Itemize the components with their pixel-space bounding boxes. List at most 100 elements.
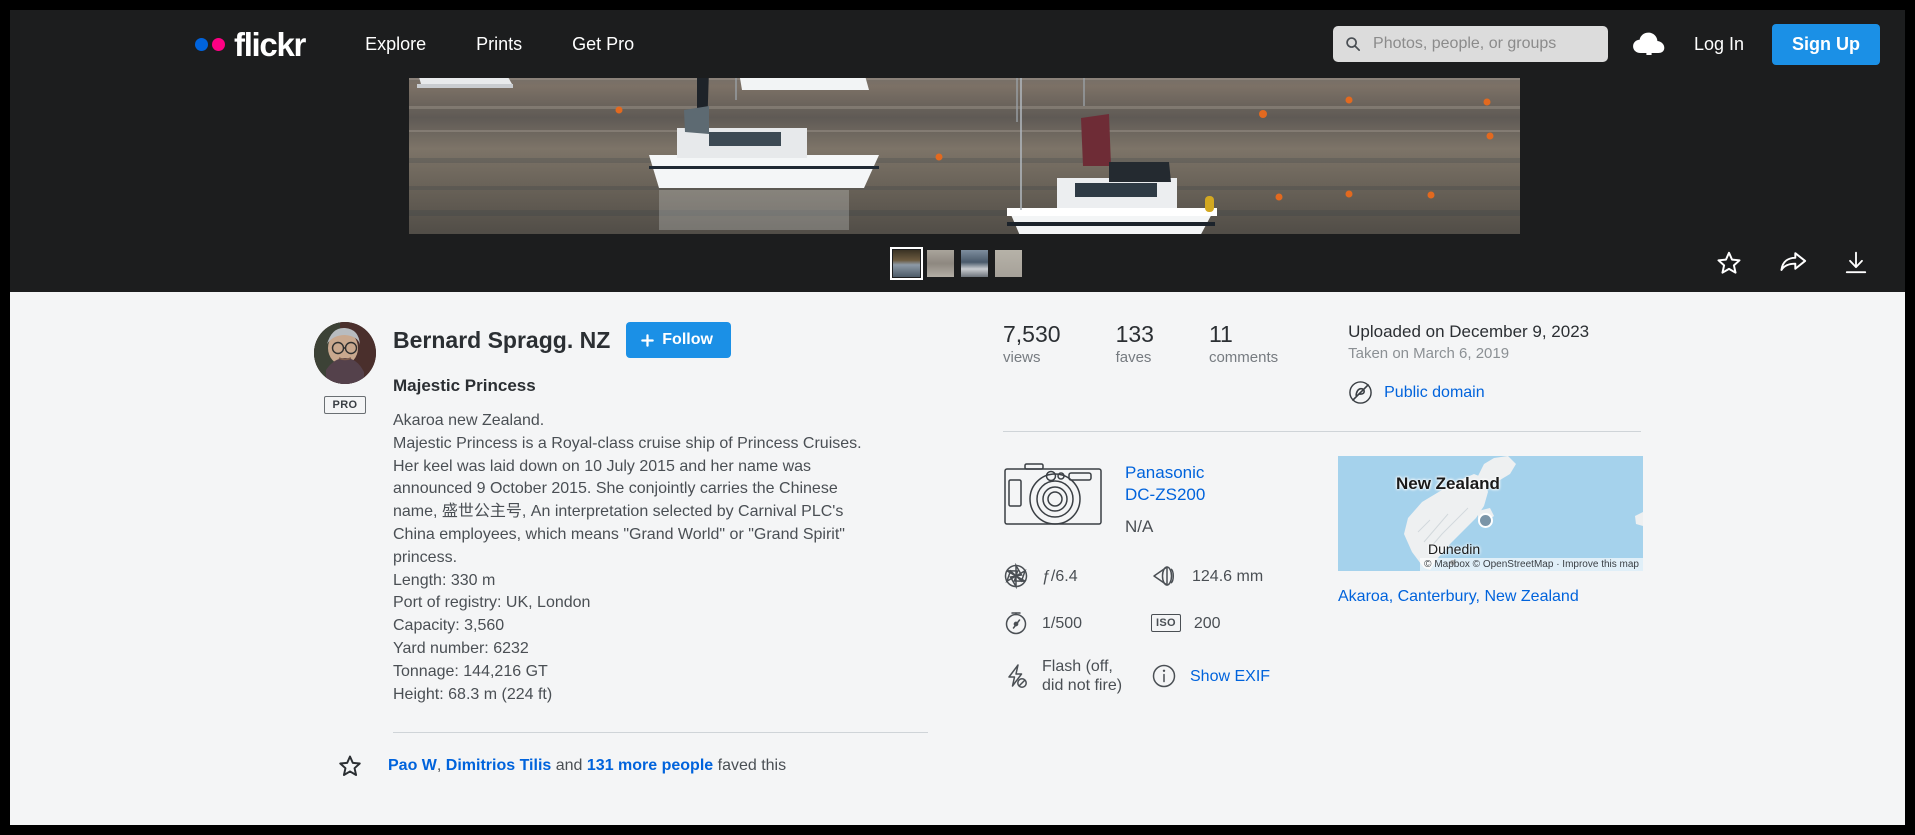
owner-name[interactable]: Bernard Spragg. NZ	[393, 327, 610, 354]
stats-row: 7,530 views 133 faves 11 comments Upload…	[1003, 322, 1643, 405]
download-icon[interactable]	[1843, 249, 1869, 277]
plus-icon	[640, 333, 655, 348]
faves-summary-row: Pao W, Dimitrios Tilis and 131 more peop…	[337, 753, 975, 779]
description-line: Port of registry: UK, London	[393, 592, 923, 615]
thumbnail-1[interactable]	[893, 250, 920, 277]
stage-action-bar	[1715, 249, 1869, 277]
location-map[interactable]: New Zealand Dunedin © Mapbox © OpenStree…	[1338, 456, 1643, 571]
description-line: Majestic Princess is a Royal-class cruis…	[393, 433, 923, 456]
follow-button[interactable]: Follow	[626, 322, 731, 358]
description-line: Her keel was laid down on 10 July 2015 a…	[393, 456, 923, 479]
uploaded-date: Uploaded on December 9, 2023	[1348, 322, 1589, 342]
description-line: Height: 68.3 m (224 ft)	[393, 684, 923, 707]
follow-label: Follow	[662, 331, 713, 349]
faves-text: Pao W, Dimitrios Tilis and 131 more peop…	[388, 757, 786, 775]
views-count: 7,530	[1003, 322, 1061, 346]
owner-avatar-column: PRO	[300, 322, 390, 779]
photo-details-section: PRO Bernard Spragg. NZ Follow Ma	[10, 292, 1905, 825]
nav-explore[interactable]: Explore	[365, 34, 426, 55]
flickr-logo[interactable]: flickr	[195, 28, 305, 61]
license-label[interactable]: Public domain	[1384, 384, 1485, 402]
faver-link-1[interactable]: Pao W	[388, 757, 437, 774]
upload-cloud-icon	[1632, 31, 1666, 57]
photo-description: Akaroa new Zealand. Majestic Princess is…	[393, 410, 923, 706]
exif-shutter: 1/500	[1003, 610, 1151, 636]
faves-separator: ,	[437, 757, 446, 774]
show-exif-link[interactable]: Show EXIF	[1190, 667, 1270, 686]
nav-get-pro[interactable]: Get Pro	[572, 34, 634, 55]
faver-link-2[interactable]: Dimitrios Tilis	[446, 757, 552, 774]
flickr-photo-page: flickr Explore Prints Get Pro	[10, 10, 1905, 825]
logo-wordmark: flickr	[234, 28, 305, 61]
thumbnail-4[interactable]	[995, 250, 1022, 277]
logo-dots	[195, 38, 225, 51]
stage-bottom-bar	[10, 234, 1905, 292]
exif-grid: ƒ/6.4 124.6 mm	[1003, 563, 1338, 695]
camera-model[interactable]: Panasonic DC-ZS200	[1125, 462, 1230, 506]
owner-row: Bernard Spragg. NZ Follow	[393, 322, 975, 358]
header-right-group: Log In Sign Up	[1333, 24, 1880, 65]
login-link[interactable]: Log In	[1694, 34, 1744, 55]
left-column-divider	[393, 732, 928, 733]
thumbnail-3[interactable]	[961, 250, 988, 277]
exif-area: Panasonic DC-ZS200 N/A	[1003, 456, 1643, 695]
exif-iso: ISO 200	[1151, 610, 1338, 636]
thumbnail-strip[interactable]	[893, 250, 1022, 277]
site-header: flickr Explore Prints Get Pro	[10, 10, 1905, 78]
iso-badge: ISO	[1151, 614, 1181, 632]
iso-value: 200	[1194, 614, 1221, 633]
faves-count: 133	[1116, 322, 1154, 346]
map-attribution[interactable]: © Mapbox © OpenStreetMap · Improve this …	[1420, 558, 1643, 571]
views-label: views	[1003, 349, 1061, 366]
nav-prints[interactable]: Prints	[476, 34, 522, 55]
description-line: announced 9 October 2015. She conjointly…	[393, 478, 923, 501]
exif-aperture: ƒ/6.4	[1003, 563, 1151, 589]
search-box[interactable]	[1333, 26, 1608, 62]
lens-focal-icon	[1151, 563, 1179, 589]
faves-suffix: faved this	[713, 757, 786, 774]
exif-flash: Flash (off, did not fire)	[1003, 657, 1151, 695]
signup-button[interactable]: Sign Up	[1772, 24, 1880, 65]
camera-text: Panasonic DC-ZS200 N/A	[1125, 456, 1230, 537]
faves-label: faves	[1116, 349, 1154, 366]
info-icon	[1151, 663, 1177, 689]
main-nav: Explore Prints Get Pro	[365, 34, 634, 55]
description-line: Akaroa new Zealand.	[393, 410, 923, 433]
comments-label: comments	[1209, 349, 1278, 366]
avatar[interactable]	[314, 322, 376, 384]
map-column: New Zealand Dunedin © Mapbox © OpenStree…	[1338, 456, 1643, 695]
right-column-divider	[1003, 431, 1641, 432]
exif-left: Panasonic DC-ZS200 N/A	[1003, 456, 1338, 695]
description-line: Yard number: 6232	[393, 638, 923, 661]
pro-badge: PRO	[324, 396, 365, 414]
logo-dot-blue	[195, 38, 208, 51]
map-country-label: New Zealand	[1396, 474, 1500, 494]
share-arrow-icon[interactable]	[1778, 249, 1808, 277]
description-line: China employees, which means "Grand Worl…	[393, 524, 923, 547]
favorite-star-icon[interactable]	[337, 753, 363, 779]
license-row[interactable]: Public domain	[1348, 380, 1589, 405]
map-city-label: Dunedin	[1428, 541, 1480, 557]
location-link[interactable]: Akaroa, Canterbury, New Zealand	[1338, 588, 1643, 606]
camera-row: Panasonic DC-ZS200 N/A	[1003, 456, 1338, 537]
description-line: Length: 330 m	[393, 570, 923, 593]
camera-icon	[1003, 456, 1103, 528]
thumbnail-2[interactable]	[927, 250, 954, 277]
upload-button[interactable]	[1632, 31, 1666, 57]
stat-views: 7,530 views	[1003, 322, 1061, 366]
taken-date: Taken on March 6, 2019	[1348, 345, 1589, 362]
exif-show-exif[interactable]: Show EXIF	[1151, 657, 1338, 695]
avatar-image	[314, 322, 376, 384]
aperture-value: ƒ/6.4	[1042, 567, 1078, 586]
flash-off-icon	[1003, 663, 1029, 689]
exif-focal-length: 124.6 mm	[1151, 563, 1338, 589]
photo-meta-column: Bernard Spragg. NZ Follow Majestic Princ…	[390, 322, 975, 779]
favorite-star-icon[interactable]	[1715, 249, 1743, 277]
faves-conjunction: and	[551, 757, 587, 774]
flash-value: Flash (off, did not fire)	[1042, 657, 1134, 695]
more-people-link[interactable]: 131 more people	[587, 757, 713, 774]
left-column: PRO Bernard Spragg. NZ Follow Ma	[300, 322, 975, 779]
search-input[interactable]	[1371, 34, 1596, 54]
shutter-speed-icon	[1003, 610, 1029, 636]
camera-lens: N/A	[1125, 517, 1230, 537]
